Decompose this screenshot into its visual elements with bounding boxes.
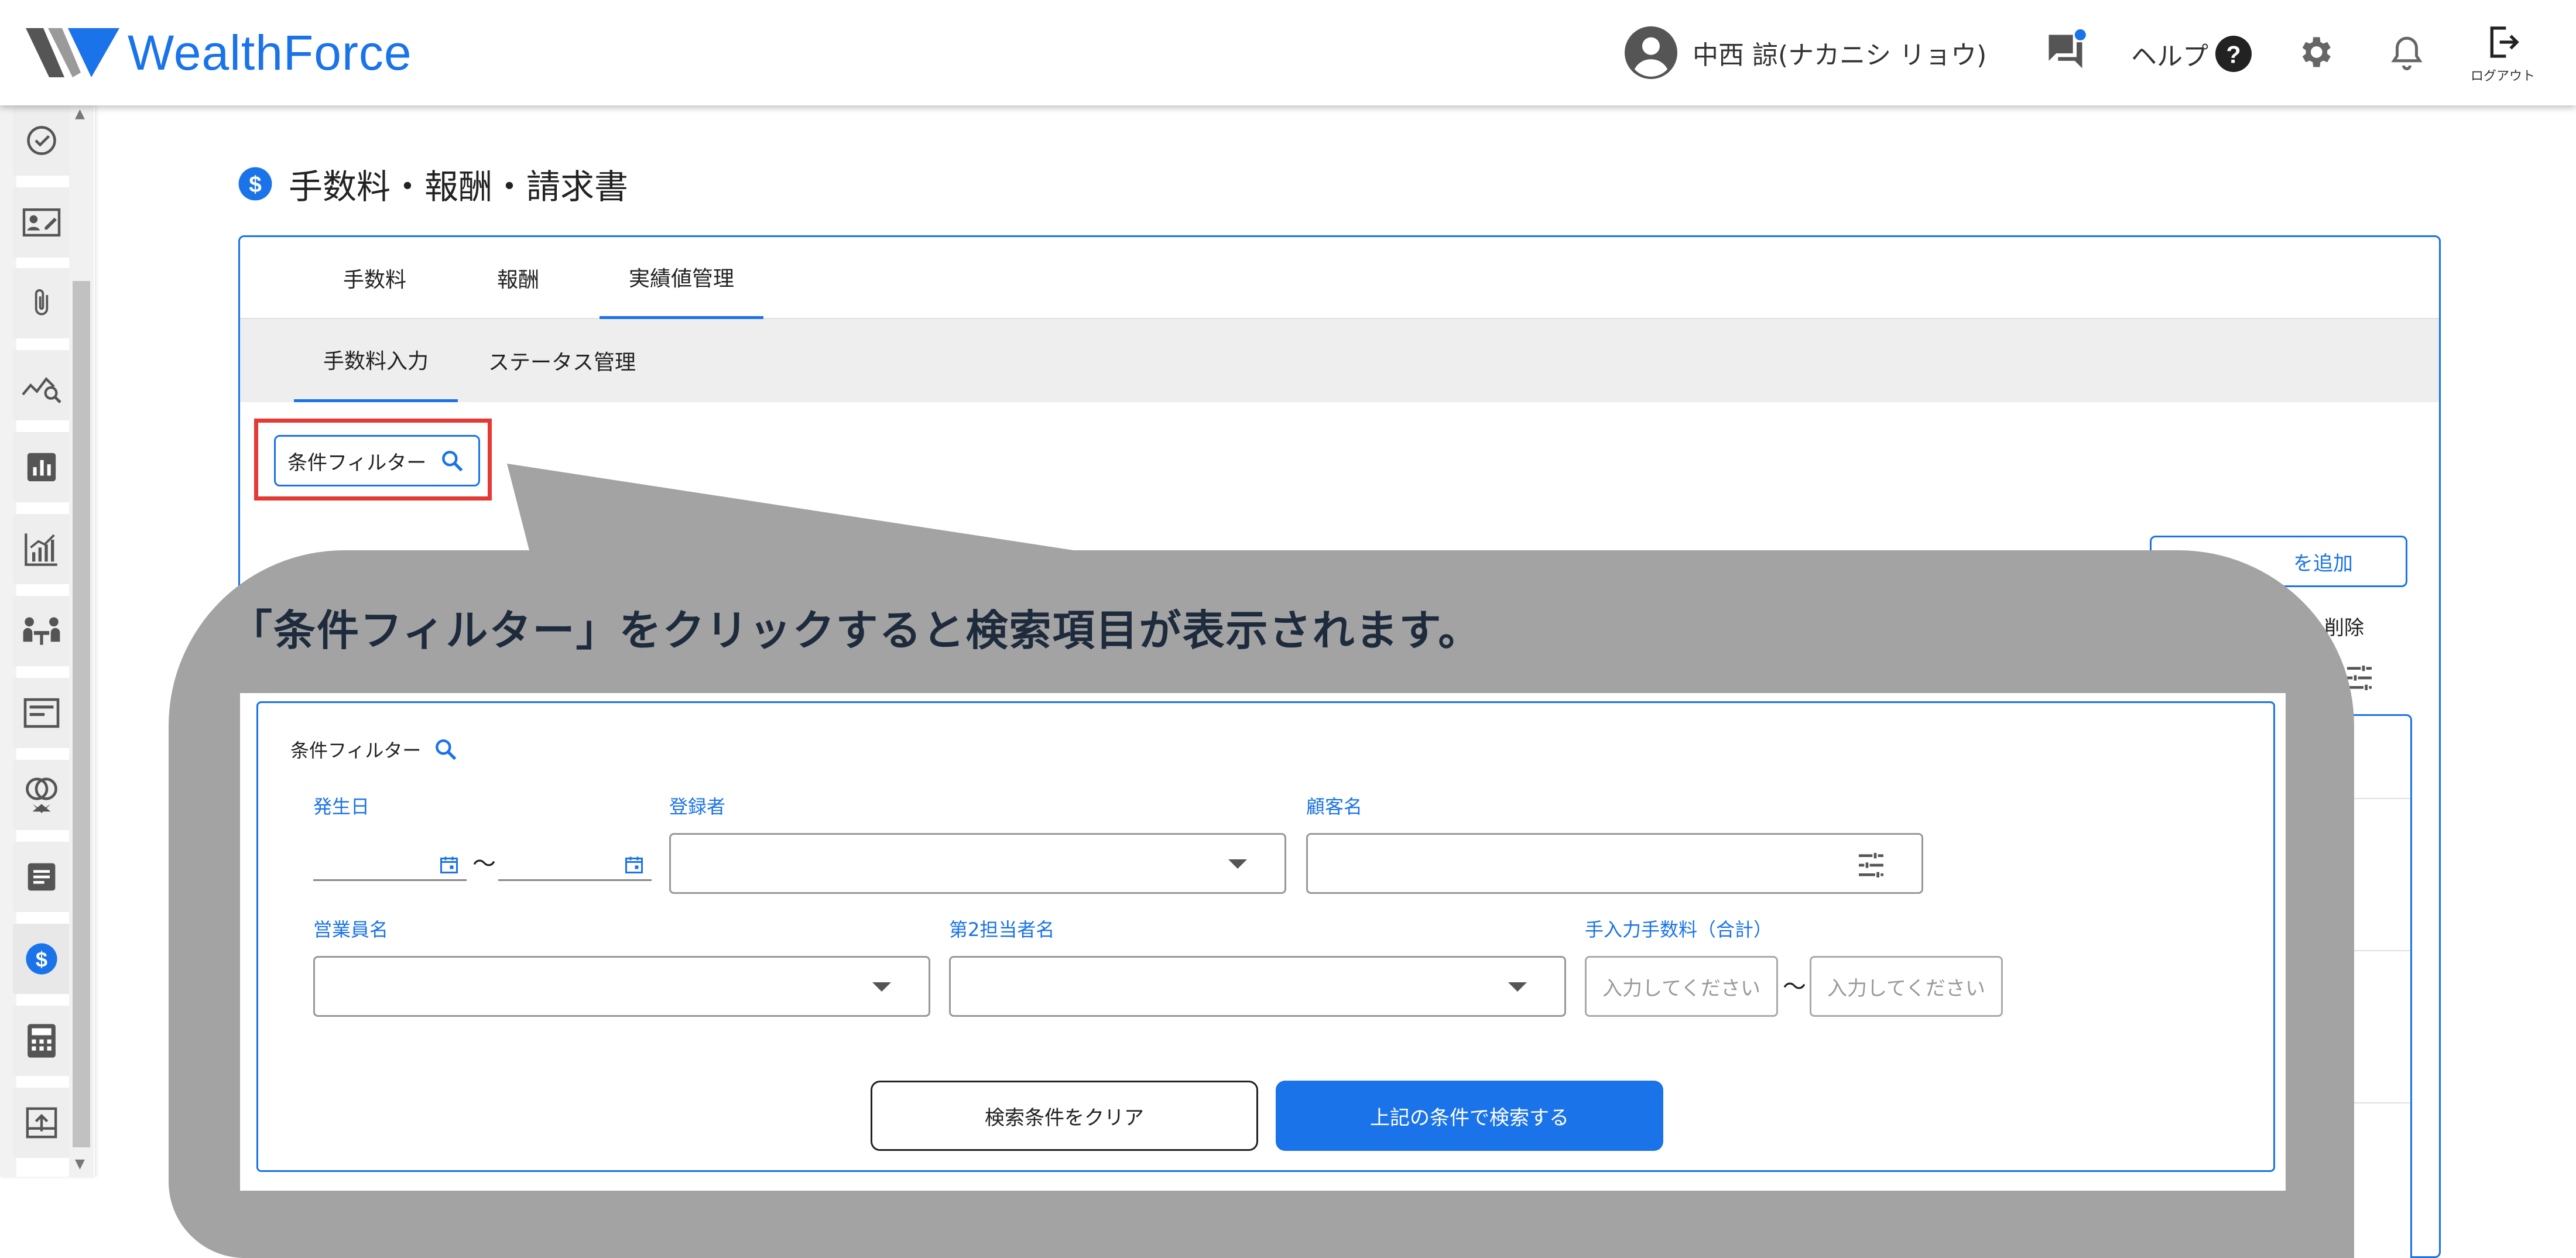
tab-fees[interactable]: 手数料 (299, 237, 451, 319)
logout-label: ログアウト (2470, 69, 2535, 84)
customer-name-label: 顧客名 (1306, 796, 1363, 818)
upload-icon (26, 1107, 57, 1139)
filter-panel-label: 条件フィルター (290, 739, 422, 762)
sidebar-item-profile[interactable] (13, 187, 70, 258)
filter-panel-title[interactable]: 条件フィルター (290, 736, 458, 763)
check-circle-icon (27, 126, 56, 155)
filter-panel: 条件フィルター 発生日 〜 登録者 顧客名 営業員名 第2担当者名 手入力手数料… (256, 701, 2275, 1172)
date-from-field[interactable] (313, 844, 467, 881)
registrant-select[interactable] (669, 833, 1286, 894)
sidebar-item-reports[interactable] (13, 432, 70, 502)
callout-text: 「条件フィルター」をクリックすると検索項目が表示されます。 (230, 606, 1482, 655)
user-menu[interactable]: 中西 諒(ナカニシ リョウ) (1625, 26, 1986, 79)
calendar-icon[interactable] (624, 854, 645, 875)
calendar-icon[interactable] (439, 854, 460, 875)
notifications-button[interactable] (2387, 32, 2426, 76)
dollar-icon: $ (26, 943, 57, 975)
scroll-down-icon[interactable]: ▼ (75, 1157, 85, 1171)
sidebar-item-analysis[interactable] (13, 350, 70, 420)
highlight-box (254, 419, 492, 501)
sidebar-item-notes[interactable] (13, 842, 70, 912)
sidebar-item-export[interactable] (13, 1088, 70, 1158)
customer-name-field[interactable] (1306, 833, 1923, 894)
subtab-bar: 手数料入力 ステータス管理 (240, 319, 2439, 402)
clear-conditions-button[interactable]: 検索条件をクリア (871, 1081, 1258, 1151)
sidebar-item-insurance[interactable] (13, 760, 70, 830)
chat-button[interactable] (2043, 29, 2088, 76)
help-icon: ? (2215, 36, 2252, 72)
tab-rewards[interactable]: 報酬 (451, 237, 585, 319)
scroll-thumb[interactable] (73, 281, 90, 1147)
chevron-down-icon (872, 982, 891, 992)
sidebar-item-documents[interactable] (13, 678, 70, 748)
chat-icon (2049, 29, 2086, 68)
paperclip-icon (35, 289, 49, 316)
fee-range-tilde: 〜 (1783, 974, 1806, 1000)
logo-mark-icon (26, 28, 119, 77)
bell-icon (2391, 36, 2423, 70)
chevron-down-icon (1228, 859, 1247, 869)
fee-max-input[interactable]: 入力してください (1810, 956, 2003, 1017)
date-range-tilde: 〜 (472, 851, 496, 877)
growth-chart-icon (25, 533, 57, 566)
logo-text: WealthForce (128, 25, 412, 80)
wealthforce-logo[interactable]: WealthForce (26, 23, 412, 82)
registrant-label: 登録者 (669, 796, 726, 818)
logout-icon (2490, 26, 2519, 58)
svg-text:$: $ (36, 947, 47, 971)
rings-icon (26, 777, 57, 813)
calculator-icon (28, 1024, 56, 1058)
search-icon (436, 739, 457, 760)
second-rep-select[interactable] (949, 956, 1566, 1017)
logout-button[interactable]: ログアウト (2462, 23, 2544, 84)
dollar-icon: $ (238, 167, 272, 201)
id-card-edit-icon (22, 208, 61, 236)
page-title: $ 手数料・報酬・請求書 (237, 159, 628, 208)
subtab-fee-input[interactable]: 手数料入力 (294, 319, 458, 402)
search-button[interactable]: 上記の条件で検索する (1276, 1081, 1663, 1151)
sidebar-item-fees[interactable]: $ (13, 924, 70, 994)
sidebar: $ ▲ ▼ (0, 105, 95, 1177)
sidebar-item-growth[interactable] (13, 514, 70, 584)
settings-button[interactable] (2295, 32, 2335, 74)
user-name: 中西 諒(ナカニシ リョウ) (1693, 40, 1987, 70)
document-card-icon (23, 698, 60, 728)
sidebar-item-attachments[interactable] (13, 268, 70, 338)
page-title-text: 手数料・報酬・請求書 (289, 167, 629, 207)
tab-bar: 手数料 報酬 実績値管理 (240, 237, 2439, 319)
app-header: WealthForce 中西 諒(ナカニシ リョウ) ヘルプ ? ログアウト (0, 0, 2576, 105)
sidebar-item-check[interactable] (13, 105, 70, 176)
sales-rep-select[interactable] (313, 956, 930, 1017)
sales-rep-label: 営業員名 (313, 918, 389, 941)
sidebar-item-meetings[interactable] (13, 596, 70, 666)
sidebar-scrollbar[interactable]: ▲ ▼ (69, 105, 94, 1177)
scroll-up-icon[interactable]: ▲ (75, 107, 85, 121)
meeting-icon (23, 617, 60, 645)
date-to-field[interactable] (498, 844, 652, 881)
help-button[interactable]: ヘルプ ? (2131, 35, 2252, 73)
chart-search-icon (22, 377, 61, 404)
delete-label[interactable]: 削除 (2324, 612, 2364, 640)
second-rep-label: 第2担当者名 (949, 918, 1055, 941)
tune-icon[interactable] (1855, 849, 1888, 882)
user-avatar-icon (1625, 26, 1677, 79)
manual-fee-label: 手入力手数料（合計） (1585, 918, 1773, 941)
occurrence-date-label: 発生日 (313, 796, 370, 818)
gear-icon (2302, 37, 2331, 67)
sidebar-item-calculator[interactable] (13, 1006, 70, 1076)
svg-text:?: ? (2226, 42, 2241, 68)
svg-text:$: $ (249, 172, 262, 197)
note-icon (28, 863, 56, 891)
bar-chart-icon (27, 453, 56, 482)
tab-performance[interactable]: 実績値管理 (600, 237, 763, 319)
chevron-down-icon (1508, 982, 1527, 992)
help-label: ヘルプ (2131, 42, 2208, 71)
subtab-status[interactable]: ステータス管理 (474, 319, 650, 402)
fee-min-input[interactable]: 入力してください (1585, 956, 1778, 1017)
